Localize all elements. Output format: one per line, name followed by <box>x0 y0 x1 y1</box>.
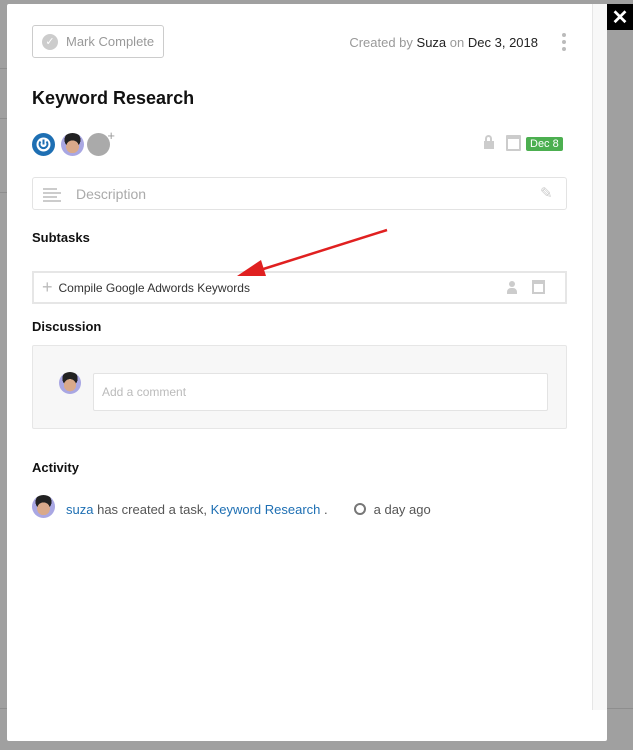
scrollbar[interactable] <box>592 4 607 710</box>
add-assignee-icon[interactable]: + <box>87 128 115 156</box>
activity-time: a day ago <box>354 502 431 517</box>
created-prefix: Created by <box>349 35 413 50</box>
description-placeholder: Description <box>76 186 147 202</box>
creator: Suza <box>416 35 447 50</box>
text-align-icon <box>43 188 61 204</box>
check-icon: ✓ <box>42 33 58 50</box>
assignee-avatar[interactable] <box>61 133 84 156</box>
description-field[interactable]: Description ✎ <box>32 177 567 210</box>
activity-user-link[interactable]: suza <box>66 502 93 517</box>
activity-task-link[interactable]: Keyword Research <box>211 502 321 517</box>
activity-avatar <box>32 495 55 518</box>
activity-item: suza has created a task, Keyword Researc… <box>66 502 328 517</box>
mark-complete-label: Mark Complete <box>66 34 155 49</box>
created-date: Dec 3, 2018 <box>467 35 538 50</box>
unlock-icon[interactable] <box>484 135 494 149</box>
due-date-badge[interactable]: Dec 8 <box>526 137 563 151</box>
activity-suffix: . <box>324 502 328 517</box>
plus-icon: + <box>42 277 53 297</box>
assign-user-icon[interactable] <box>507 281 517 295</box>
more-options-icon[interactable] <box>562 33 566 54</box>
calendar-icon[interactable] <box>532 280 545 294</box>
clock-icon <box>354 503 366 515</box>
activity-time-text: a day ago <box>373 502 431 517</box>
created-info: Created by Suza on Dec 3, 2018 <box>349 35 538 50</box>
created-on: on <box>449 35 465 50</box>
red-arrow-annotation <box>237 228 388 276</box>
power-icon[interactable] <box>32 133 55 156</box>
subtasks-heading: Subtasks <box>32 230 90 245</box>
discussion-box: Add a comment <box>32 345 567 429</box>
activity-heading: Activity <box>32 460 79 475</box>
close-button[interactable]: ✕ <box>607 4 633 30</box>
task-title[interactable]: Keyword Research <box>32 88 194 109</box>
comment-input[interactable]: Add a comment <box>93 373 548 411</box>
discussion-heading: Discussion <box>32 319 102 334</box>
mark-complete-button[interactable]: ✓ Mark Complete <box>32 25 164 58</box>
subtask-input-value: Compile Google Adwords Keywords <box>58 280 250 295</box>
user-avatar <box>59 372 81 394</box>
calendar-icon[interactable] <box>506 135 521 151</box>
pencil-icon[interactable]: ✎ <box>540 184 553 202</box>
task-modal: ✓ Mark Complete Created by Suza on Dec 3… <box>7 4 607 741</box>
activity-text: has created a task, <box>97 502 207 517</box>
